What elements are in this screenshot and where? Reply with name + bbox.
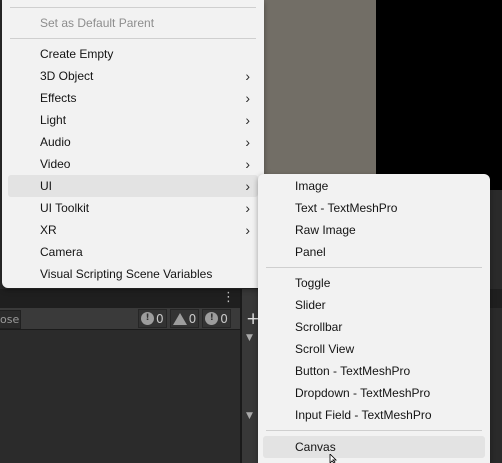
chevron-right-icon: › <box>245 134 250 150</box>
search-field[interactable]: ose <box>0 310 21 329</box>
menu-item-canvas[interactable]: Canvas <box>263 436 485 458</box>
menu-item-audio[interactable]: Audio › <box>8 131 258 153</box>
menu-item-light[interactable]: Light › <box>8 109 258 131</box>
menu-item-label: Effects <box>40 91 77 105</box>
menu-item-label: Raw Image <box>295 223 356 237</box>
menu-item-label: UI Toolkit <box>40 201 90 215</box>
menu-item-label: Toggle <box>295 276 331 290</box>
info-toggle[interactable]: ! 0 <box>138 309 167 328</box>
menu-item-label: Slider <box>295 298 326 312</box>
menu-item-label: Set as Default Parent <box>40 16 155 30</box>
menu-item-toggle[interactable]: Toggle <box>263 272 485 294</box>
chevron-right-icon: › <box>245 200 250 216</box>
menu-item-text-textmeshpro[interactable]: Text - TextMeshPro <box>263 197 485 219</box>
menu-item-scroll-view[interactable]: Scroll View <box>263 338 485 360</box>
menu-item-label: Audio <box>40 135 71 149</box>
menu-item-video[interactable]: Video › <box>8 153 258 175</box>
chevron-right-icon: › <box>245 68 250 84</box>
menu-item-button-textmeshpro[interactable]: Button - TextMeshPro <box>263 360 485 382</box>
game-view[interactable] <box>376 0 502 182</box>
chevron-right-icon: › <box>245 156 250 172</box>
menu-item-label: Visual Scripting Scene Variables <box>40 267 213 281</box>
menu-item-label: Button - TextMeshPro <box>295 364 411 378</box>
mouse-cursor-icon <box>329 454 337 463</box>
warning-count: 0 <box>188 311 197 326</box>
warning-icon <box>172 312 187 325</box>
menu-item-label: Text - TextMeshPro <box>295 201 398 215</box>
menu-separator <box>266 430 482 431</box>
menu-item-label: Scrollbar <box>295 320 343 334</box>
menu-item-effects[interactable]: Effects › <box>8 87 258 109</box>
expand-triangle-icon[interactable]: ▼ <box>246 411 253 421</box>
menu-item-label: 3D Object <box>40 69 94 83</box>
menu-item-label: Canvas <box>295 440 336 454</box>
menu-item-label: UI <box>40 179 52 193</box>
expand-triangle-icon[interactable]: ▼ <box>246 333 253 343</box>
search-field-text: ose <box>0 313 20 326</box>
menu-item-image[interactable]: Image <box>263 175 485 197</box>
menu-item-label: XR <box>40 223 57 237</box>
info-icon: ! <box>141 312 154 325</box>
menu-item-label: Create Empty <box>40 47 114 61</box>
console-panel[interactable] <box>0 330 240 463</box>
menu-item-label: Scroll View <box>295 342 355 356</box>
menu-item-label: Image <box>295 179 329 193</box>
menu-item-label: Video <box>40 157 71 171</box>
menu-item-ui[interactable]: UI › <box>8 175 258 197</box>
menu-item-visual-scripting-scene-variables[interactable]: Visual Scripting Scene Variables <box>8 263 258 285</box>
menu-item-input-field-textmeshpro[interactable]: Input Field - TextMeshPro <box>263 404 485 426</box>
error-count: 0 <box>220 311 228 326</box>
menu-item-panel[interactable]: Panel <box>263 241 485 263</box>
menu-item-camera[interactable]: Camera <box>8 241 258 263</box>
kebab-menu-icon[interactable]: ⋮ <box>222 290 235 306</box>
menu-item-label: Dropdown - TextMeshPro <box>295 386 431 400</box>
menu-item-label: Panel <box>295 245 326 259</box>
menu-item-raw-image[interactable]: Raw Image <box>263 219 485 241</box>
menu-item-label: Camera <box>40 245 83 259</box>
console-counters: ! 0 0 ! 0 <box>138 309 231 328</box>
menu-item-3d-object[interactable]: 3D Object › <box>8 65 258 87</box>
info-count: 0 <box>156 311 164 326</box>
menu-item-label: Light <box>40 113 67 127</box>
menu-separator <box>10 38 256 39</box>
error-toggle[interactable]: ! 0 <box>202 309 231 328</box>
error-icon: ! <box>205 312 219 325</box>
menu-separator <box>266 267 482 268</box>
menu-item-xr[interactable]: XR › <box>8 219 258 241</box>
menu-item-dropdown-textmeshpro[interactable]: Dropdown - TextMeshPro <box>263 382 485 404</box>
menu-separator <box>10 7 256 8</box>
scene-view[interactable] <box>262 0 376 182</box>
ui-submenu: Image Text - TextMeshPro Raw Image Panel… <box>258 174 490 463</box>
menu-item-label: Input Field - TextMeshPro <box>295 408 432 422</box>
chevron-right-icon: › <box>245 90 250 106</box>
menu-item-ui-toolkit[interactable]: UI Toolkit › <box>8 197 258 219</box>
menu-item-slider[interactable]: Slider <box>263 294 485 316</box>
chevron-right-icon: › <box>245 178 250 194</box>
chevron-right-icon: › <box>245 112 250 128</box>
menu-item-create-empty[interactable]: Create Empty <box>8 43 258 65</box>
gameobject-context-menu: Set as Default Parent Create Empty 3D Ob… <box>2 0 264 288</box>
warning-toggle[interactable]: 0 <box>169 309 200 328</box>
menu-item-scrollbar[interactable]: Scrollbar <box>263 316 485 338</box>
chevron-right-icon: › <box>245 222 250 238</box>
menu-item-set-default-parent: Set as Default Parent <box>8 12 258 34</box>
